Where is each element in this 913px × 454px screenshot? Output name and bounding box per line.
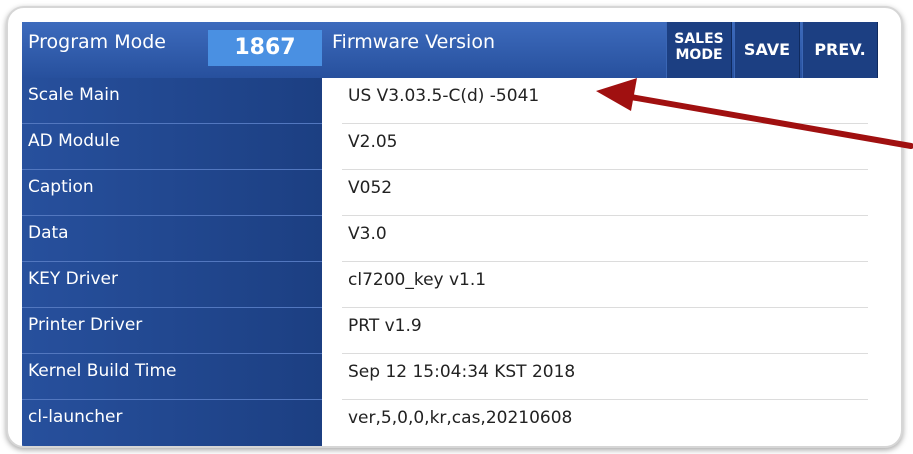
- label-column: Scale Main AD Module Caption Data KEY Dr…: [22, 78, 322, 446]
- page-title: Firmware Version: [332, 31, 495, 53]
- row-value: Sep 12 15:04:34 KST 2018: [322, 354, 878, 400]
- row-value-text: V052: [348, 178, 393, 198]
- screen: Program Mode 1867 Firmware Version SALES…: [22, 22, 878, 446]
- row-value: US V3.03.5-C(d) -5041: [322, 78, 878, 124]
- save-button[interactable]: SAVE: [734, 22, 800, 78]
- row-value: cl7200_key v1.1: [322, 262, 878, 308]
- sales-mode-label-line1: SALES: [674, 31, 724, 47]
- program-code-box: 1867: [208, 30, 322, 66]
- header-bar: Program Mode 1867 Firmware Version SALES…: [22, 22, 878, 78]
- sales-mode-button[interactable]: SALES MODE: [666, 22, 732, 78]
- row-value: ver,5,0,0,kr,cas,20210608: [322, 400, 878, 446]
- row-label: KEY Driver: [22, 262, 322, 308]
- row-value-text: ver,5,0,0,kr,cas,20210608: [348, 408, 573, 428]
- row-value: V3.0: [322, 216, 878, 262]
- device-bezel: Program Mode 1867 Firmware Version SALES…: [6, 6, 903, 448]
- row-value-text: Sep 12 15:04:34 KST 2018: [348, 362, 576, 382]
- row-label: Caption: [22, 170, 322, 216]
- row-value-text: V3.0: [348, 224, 387, 244]
- row-label: cl-launcher: [28, 407, 123, 427]
- row-value-text: V2.05: [348, 132, 398, 152]
- sales-mode-label-line2: MODE: [675, 47, 723, 63]
- row-label: Data: [22, 216, 322, 262]
- row-value: V2.05: [322, 124, 878, 170]
- row-value-text: cl7200_key v1.1: [348, 270, 487, 290]
- row-label: Scale Main: [22, 78, 322, 124]
- row-label: AD Module: [22, 124, 322, 170]
- row-label: Kernel Build Time: [22, 354, 322, 400]
- row-value-text: US V3.03.5-C(d) -5041: [348, 86, 540, 106]
- row-label: Printer Driver: [22, 308, 322, 354]
- row-value: V052: [322, 170, 878, 216]
- program-mode-title: Program Mode: [28, 31, 166, 53]
- value-column: US V3.03.5-C(d) -5041 V2.05 V052 V3.0 cl…: [322, 78, 878, 446]
- prev-button[interactable]: PREV.: [802, 22, 878, 78]
- row-value: PRT v1.9: [322, 308, 878, 354]
- row-value-text: PRT v1.9: [348, 316, 422, 336]
